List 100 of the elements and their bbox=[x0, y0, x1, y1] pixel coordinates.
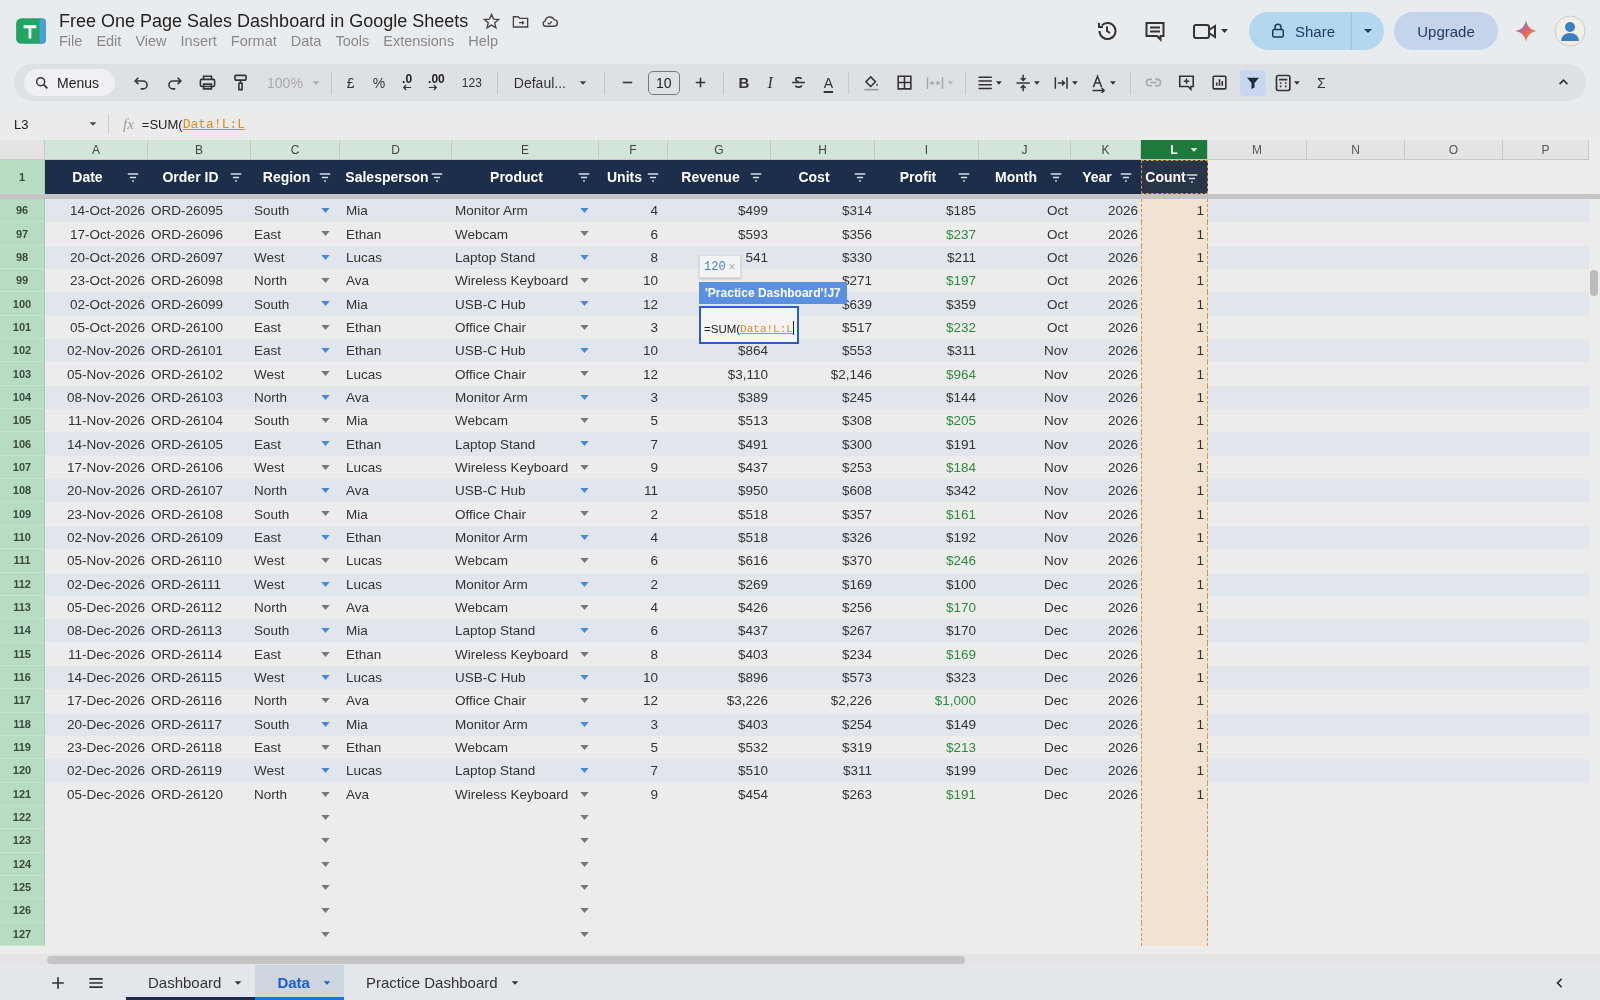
filter-icon[interactable] bbox=[853, 172, 867, 183]
dropdown-icon[interactable] bbox=[321, 674, 330, 680]
dropdown-icon[interactable] bbox=[580, 698, 589, 704]
dropdown-icon[interactable] bbox=[580, 324, 589, 330]
row-number[interactable]: 124 bbox=[0, 852, 45, 876]
column-letter[interactable]: J bbox=[979, 140, 1071, 160]
filter-icon[interactable] bbox=[577, 172, 591, 183]
dropdown-icon[interactable] bbox=[321, 371, 330, 377]
dropdown-icon[interactable] bbox=[580, 558, 589, 564]
filter-icon[interactable] bbox=[646, 172, 660, 183]
filter-icon[interactable] bbox=[1049, 172, 1063, 183]
dropdown-icon[interactable] bbox=[580, 744, 589, 750]
row-number[interactable]: 119 bbox=[0, 735, 45, 760]
dropdown-icon[interactable] bbox=[580, 511, 589, 517]
row-number[interactable]: 127 bbox=[0, 922, 45, 946]
row-number[interactable]: 114 bbox=[0, 619, 45, 643]
dropdown-icon[interactable] bbox=[321, 721, 330, 727]
row-number[interactable]: 110 bbox=[0, 525, 45, 550]
font-select[interactable]: Defaul... bbox=[507, 74, 594, 91]
dropdown-icon[interactable] bbox=[321, 908, 330, 914]
column-letter[interactable]: M bbox=[1208, 140, 1307, 160]
dropdown-icon[interactable] bbox=[580, 908, 589, 914]
dropdown-icon[interactable] bbox=[580, 278, 589, 284]
dropdown-icon[interactable] bbox=[580, 674, 589, 680]
dropdown-icon[interactable] bbox=[321, 418, 330, 424]
filter-icon[interactable] bbox=[229, 172, 243, 183]
filter-icon[interactable] bbox=[318, 172, 332, 183]
column-letter[interactable]: N bbox=[1307, 140, 1405, 160]
dropdown-icon[interactable] bbox=[321, 231, 330, 237]
row-number[interactable]: 122 bbox=[0, 805, 45, 830]
dropdown-icon[interactable] bbox=[580, 488, 589, 494]
vertical-scrollbar-thumb[interactable] bbox=[1590, 270, 1598, 296]
sheet-tab[interactable]: Dashboard bbox=[126, 965, 256, 1000]
increase-decimals-button[interactable]: .00 bbox=[424, 74, 449, 91]
row-number[interactable]: 112 bbox=[0, 572, 45, 596]
font-size-field[interactable]: 10 bbox=[647, 70, 680, 95]
dropdown-icon[interactable] bbox=[321, 254, 330, 260]
dropdown-icon[interactable] bbox=[580, 348, 589, 354]
dropdown-icon[interactable] bbox=[321, 558, 330, 564]
text-color-button[interactable]: A bbox=[818, 74, 839, 91]
dropdown-icon[interactable] bbox=[321, 628, 330, 634]
dropdown-icon[interactable] bbox=[580, 534, 589, 540]
dropdown-icon[interactable] bbox=[321, 511, 330, 517]
dropdown-icon[interactable] bbox=[321, 348, 330, 354]
share-button[interactable]: Share bbox=[1248, 12, 1352, 50]
dropdown-icon[interactable] bbox=[580, 394, 589, 400]
dropdown-icon[interactable] bbox=[580, 254, 589, 260]
filter-button[interactable] bbox=[1240, 69, 1267, 96]
row-number[interactable]: 102 bbox=[0, 339, 45, 363]
dropdown-icon[interactable] bbox=[321, 698, 330, 704]
fill-color-icon[interactable] bbox=[862, 73, 882, 92]
dropdown-icon[interactable] bbox=[321, 301, 330, 307]
dropdown-icon[interactable] bbox=[321, 791, 330, 797]
borders-icon[interactable] bbox=[895, 73, 915, 92]
dropdown-icon[interactable] bbox=[321, 931, 330, 937]
column-letter[interactable]: B bbox=[148, 140, 251, 160]
row-number[interactable]: 97 bbox=[0, 222, 45, 246]
dropdown-icon[interactable] bbox=[321, 324, 330, 330]
dropdown-icon[interactable] bbox=[321, 861, 330, 867]
dropdown-icon[interactable] bbox=[580, 464, 589, 470]
column-letter[interactable]: G bbox=[668, 140, 771, 160]
dropdown-icon[interactable] bbox=[580, 931, 589, 937]
row-number[interactable]: 99 bbox=[0, 269, 45, 293]
dropdown-icon[interactable] bbox=[321, 814, 330, 820]
column-letter[interactable]: A bbox=[45, 140, 148, 160]
add-comment-icon[interactable] bbox=[1177, 73, 1197, 92]
dropdown-icon[interactable] bbox=[580, 884, 589, 890]
filter-icon[interactable] bbox=[957, 172, 971, 183]
column-letter[interactable]: K bbox=[1071, 140, 1141, 160]
row-number[interactable]: 100 bbox=[0, 292, 45, 316]
dropdown-icon[interactable] bbox=[321, 838, 330, 844]
print-icon[interactable] bbox=[198, 73, 218, 92]
chart-icon[interactable] bbox=[1210, 73, 1230, 92]
row-number[interactable]: 113 bbox=[0, 595, 45, 620]
dropdown-icon[interactable] bbox=[580, 231, 589, 237]
row-number[interactable]: 118 bbox=[0, 712, 45, 736]
dropdown-icon[interactable] bbox=[321, 768, 330, 774]
column-letter[interactable]: I bbox=[875, 140, 979, 160]
sum-button[interactable]: Σ bbox=[1312, 74, 1331, 91]
dropdown-icon[interactable] bbox=[580, 418, 589, 424]
dropdown-icon[interactable] bbox=[321, 581, 330, 587]
column-letter[interactable]: C bbox=[251, 140, 340, 160]
percent-button[interactable]: % bbox=[367, 74, 391, 91]
column-letter[interactable]: P bbox=[1503, 140, 1589, 160]
row-number[interactable]: 123 bbox=[0, 829, 45, 853]
column-letter[interactable]: L bbox=[1141, 140, 1208, 160]
dropdown-icon[interactable] bbox=[321, 464, 330, 470]
sparkle-icon[interactable] bbox=[1514, 19, 1538, 43]
dropdown-icon[interactable] bbox=[580, 838, 589, 844]
upgrade-button[interactable]: Upgrade bbox=[1394, 12, 1498, 50]
dropdown-icon[interactable] bbox=[580, 791, 589, 797]
row-number[interactable]: 103 bbox=[0, 362, 45, 386]
dropdown-icon[interactable] bbox=[321, 278, 330, 284]
dropdown-icon[interactable] bbox=[580, 581, 589, 587]
row-number[interactable]: 116 bbox=[0, 665, 45, 690]
currency-button[interactable]: £ bbox=[341, 74, 360, 91]
bold-button[interactable]: B bbox=[733, 74, 755, 91]
dropdown-icon[interactable] bbox=[580, 441, 589, 447]
number-format-button[interactable]: 123 bbox=[456, 75, 487, 90]
column-letter[interactable]: D bbox=[340, 140, 452, 160]
